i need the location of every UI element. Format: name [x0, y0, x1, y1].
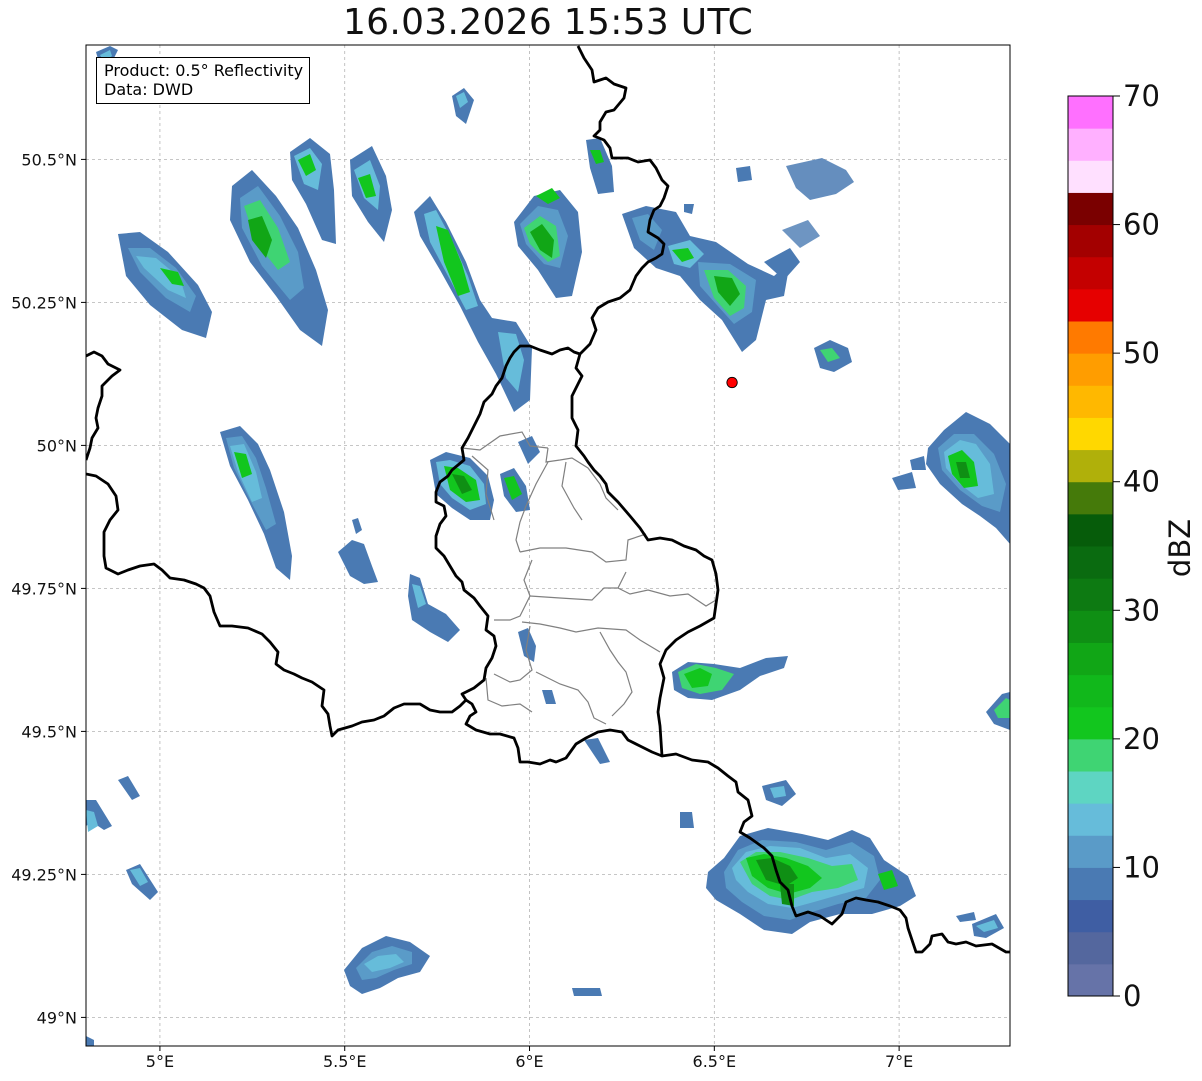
y-tick-label: 50°N: [37, 436, 77, 455]
radar-site-marker: [726, 376, 738, 389]
colorbar-swatch: [1068, 449, 1113, 483]
data-source-text: Data: DWD: [104, 80, 194, 99]
colorbar-swatch: [1068, 610, 1113, 643]
colorbar-swatch: [1068, 931, 1113, 965]
colorbar-tick-label: 0: [1123, 979, 1141, 1013]
colorbar-swatch: [1068, 963, 1113, 997]
y-tick-label: 49.5°N: [21, 722, 77, 741]
colorbar-swatch: [1068, 481, 1113, 515]
colorbar-swatch: [1068, 899, 1113, 933]
colorbar-swatch: [1068, 256, 1113, 290]
x-tick-label: 5°E: [146, 1052, 174, 1071]
colorbar-swatch: [1068, 224, 1113, 258]
colorbar-swatch: [1068, 160, 1113, 193]
colorbar-swatch: [1068, 674, 1113, 708]
colorbar-swatch: [1068, 546, 1113, 579]
colorbar-swatch: [1068, 642, 1113, 676]
y-tick-label: 50.5°N: [21, 150, 77, 169]
colorbar-swatch: [1068, 803, 1113, 836]
radar-map: 5°E 5.5°E 6°E 6.5°E 7°E 49°N 49.25°N 49.5°N 49.7…: [11, 44, 1197, 1071]
colorbar-swatch: [1068, 706, 1113, 740]
colorbar-swatch: [1068, 128, 1113, 161]
x-tick-label: 5.5°E: [323, 1052, 367, 1071]
y-tick-label: 49.75°N: [11, 579, 77, 598]
colorbar: 0 10 20 30 40 50 60 70: [1067, 79, 1160, 1013]
product-text: Product: 0.5° Reflectivity: [104, 61, 304, 80]
colorbar-swatch: [1068, 96, 1113, 129]
y-tick-label: 50.25°N: [11, 293, 77, 312]
colorbar-label: dBZ: [1163, 519, 1197, 577]
colorbar-swatch: [1068, 578, 1113, 611]
colorbar-swatch: [1068, 192, 1113, 226]
y-tick-label: 49°N: [37, 1008, 77, 1027]
colorbar-tick-label: 50: [1123, 336, 1160, 370]
colorbar-tick-label: 10: [1123, 850, 1160, 884]
colorbar-tick-label: 70: [1123, 79, 1160, 113]
colorbar-swatch: [1068, 353, 1113, 386]
colorbar-swatch: [1068, 867, 1113, 901]
colorbar-swatch: [1068, 417, 1113, 451]
colorbar-tick-label: 40: [1123, 465, 1160, 499]
x-tick-label: 6°E: [515, 1052, 543, 1071]
colorbar-swatch: [1068, 321, 1113, 354]
product-info-box: Product: 0.5° Reflectivity Data: DWD: [96, 57, 311, 104]
y-tick-label: 49.25°N: [11, 865, 77, 884]
colorbar-tick-label: 20: [1123, 722, 1160, 756]
x-tick-label: 7°E: [885, 1052, 913, 1071]
colorbar-swatch: [1068, 738, 1113, 772]
colorbar-swatch: [1068, 288, 1113, 322]
x-tick-label: 6.5°E: [693, 1052, 737, 1071]
colorbar-tick-label: 60: [1123, 208, 1160, 242]
colorbar-tick-label: 30: [1123, 593, 1160, 627]
colorbar-swatch: [1068, 771, 1113, 804]
colorbar-swatch: [1068, 835, 1113, 868]
colorbar-swatch: [1068, 513, 1113, 547]
colorbar-swatch: [1068, 385, 1113, 418]
